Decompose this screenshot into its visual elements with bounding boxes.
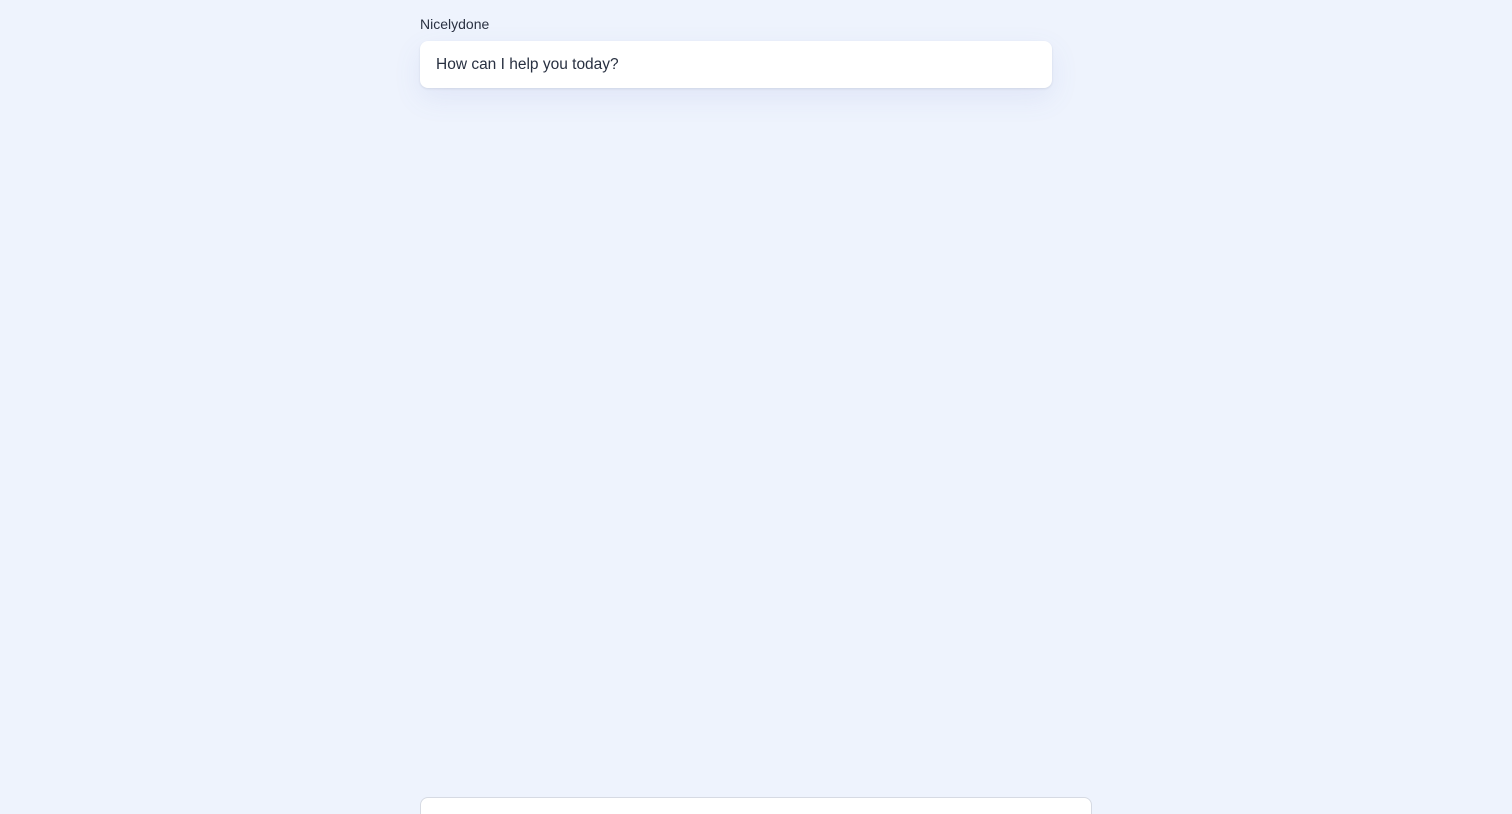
sender-name: Nicelydone	[420, 16, 490, 32]
message-composer[interactable]	[420, 797, 1092, 814]
message-bubble: How can I help you today?	[420, 41, 1052, 88]
chat-page: Nicelydone How can I help you today?	[0, 0, 1512, 814]
message-list: Nicelydone How can I help you today?	[420, 14, 1052, 88]
assistant-message: Nicelydone How can I help you today?	[420, 14, 1052, 88]
message-input[interactable]	[435, 808, 1081, 814]
message-text: How can I help you today?	[436, 55, 619, 73]
